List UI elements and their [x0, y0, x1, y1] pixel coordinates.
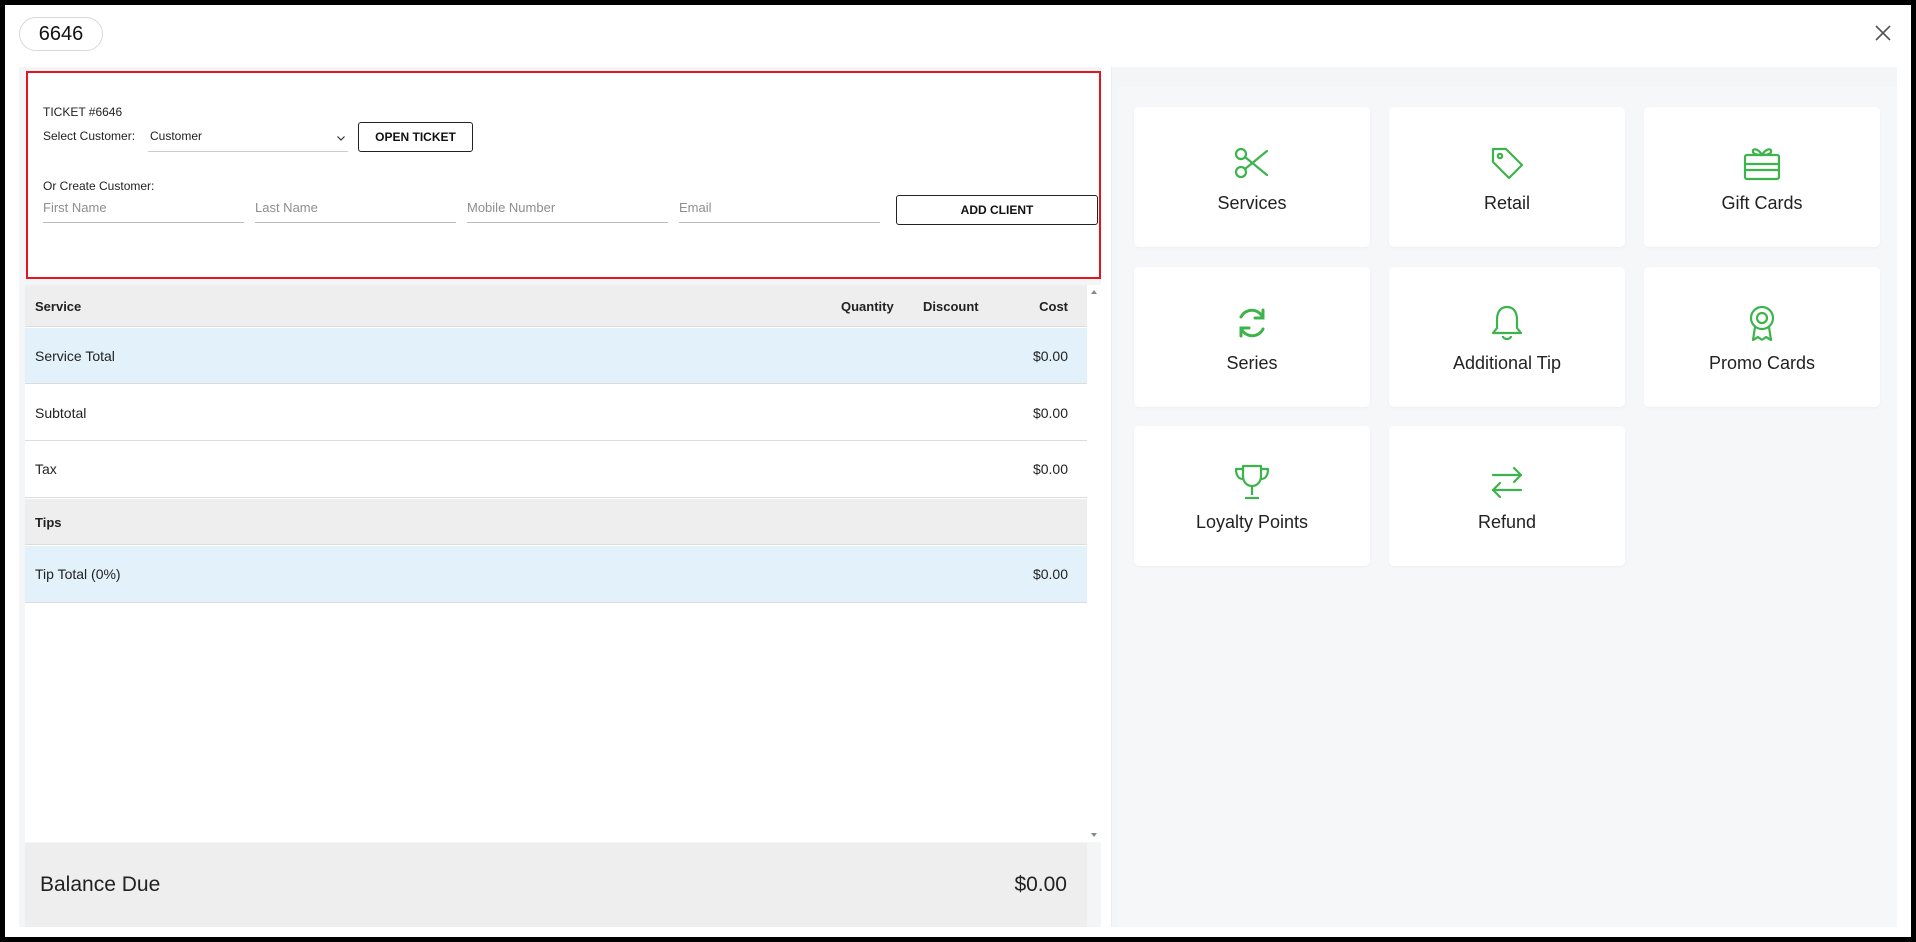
promo-cards-tile[interactable]: Promo Cards [1644, 267, 1880, 407]
tile-label: Services [1217, 193, 1287, 213]
customer-select[interactable]: Customer [148, 122, 348, 152]
row-label: Service Total [35, 348, 115, 364]
customer-select-value: Customer [150, 129, 203, 143]
balance-due-label: Balance Due [40, 873, 161, 896]
tile-label: Loyalty Points [1195, 512, 1309, 532]
email-input[interactable] [679, 193, 880, 223]
discount-column-header: Discount [923, 299, 979, 314]
ticket-table: Service Quantity Discount Cost Service T… [25, 285, 1087, 842]
row-value: $0.00 [1032, 405, 1068, 421]
close-button[interactable] [1871, 21, 1895, 45]
award-icon [1742, 303, 1782, 343]
tile-label: Promo Cards [1708, 353, 1816, 373]
refresh-icon [1232, 303, 1272, 343]
last-name-input[interactable] [255, 193, 456, 223]
row-value: $0.00 [1032, 348, 1068, 364]
tax-row: Tax $0.00 [25, 442, 1087, 498]
balance-due-value: $0.00 [1014, 873, 1067, 896]
ticket-panel: TICKET #6646 Select Customer: Customer O… [19, 67, 1101, 927]
additional-tip-tile[interactable]: Additional Tip [1389, 267, 1625, 407]
tip-total-row: Tip Total (0%) $0.00 [25, 546, 1087, 603]
swap-arrows-icon [1487, 462, 1527, 502]
ticket-number-badge: 6646 [19, 17, 103, 51]
row-label: Tip Total (0%) [35, 566, 121, 582]
service-total-row: Service Total $0.00 [25, 328, 1087, 384]
tile-label: Retail [1483, 193, 1531, 213]
service-column-header: Service [35, 299, 82, 314]
balance-due-bar: Balance Due $0.00 [25, 843, 1087, 927]
retail-tile[interactable]: Retail [1389, 107, 1625, 247]
services-tile[interactable]: Services [1134, 107, 1370, 247]
gift-cards-tile[interactable]: Gift Cards [1644, 107, 1880, 247]
trophy-icon [1232, 462, 1272, 502]
table-header: Service Quantity Discount Cost [25, 285, 1087, 327]
subtotal-row: Subtotal $0.00 [25, 385, 1087, 441]
tips-section-header: Tips [25, 499, 1087, 545]
scroll-down-arrow-icon[interactable] [1090, 831, 1098, 839]
row-value: $0.00 [1032, 461, 1068, 477]
action-tiles-grid: Services Retail Gift Cards Series Additi… [1118, 87, 1897, 927]
add-client-button[interactable]: ADD CLIENT [896, 195, 1098, 225]
customer-section: TICKET #6646 Select Customer: Customer O… [26, 71, 1101, 279]
ticket-title: TICKET #6646 [43, 105, 123, 119]
loyalty-points-tile[interactable]: Loyalty Points [1134, 426, 1370, 566]
bell-icon [1487, 303, 1527, 343]
table-scrollbar[interactable] [1087, 285, 1101, 842]
tile-label: Refund [1477, 512, 1537, 532]
close-icon [1875, 25, 1891, 41]
scissors-icon [1232, 143, 1272, 183]
refund-tile[interactable]: Refund [1389, 426, 1625, 566]
row-value: $0.00 [1032, 566, 1068, 582]
series-tile[interactable]: Series [1134, 267, 1370, 407]
actions-panel: Services Retail Gift Cards Series Additi… [1111, 67, 1897, 927]
create-customer-label: Or Create Customer: [43, 179, 155, 193]
cost-column-header: Cost [1039, 299, 1068, 314]
select-customer-label: Select Customer: [43, 129, 136, 143]
gift-card-icon [1742, 143, 1782, 183]
open-ticket-button[interactable]: OPEN TICKET [358, 122, 473, 152]
scroll-up-arrow-icon[interactable] [1090, 288, 1098, 296]
tile-label: Additional Tip [1452, 353, 1562, 373]
row-label: Tax [35, 461, 57, 477]
row-label: Tips [35, 515, 62, 530]
row-label: Subtotal [35, 405, 87, 421]
tile-label: Gift Cards [1721, 193, 1803, 213]
first-name-input[interactable] [43, 193, 244, 223]
pos-window: 6646 TICKET #6646 Select Customer: Custo… [5, 5, 1911, 937]
tag-icon [1487, 143, 1527, 183]
quantity-column-header: Quantity [841, 299, 894, 314]
mobile-number-input[interactable] [467, 193, 668, 223]
tile-label: Series [1226, 353, 1278, 373]
customer-form: TICKET #6646 Select Customer: Customer O… [28, 89, 1099, 277]
chevron-down-icon [336, 133, 346, 143]
